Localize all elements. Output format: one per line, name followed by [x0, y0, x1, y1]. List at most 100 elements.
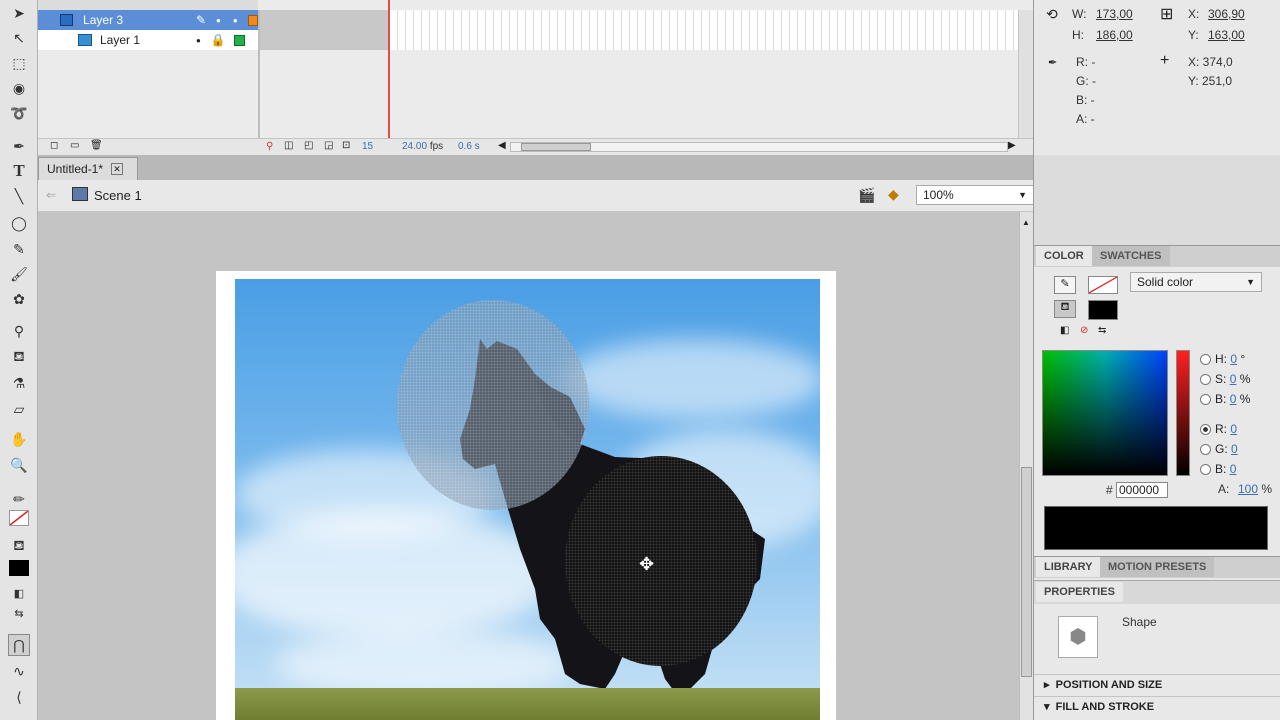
- brightness-slider[interactable]: [1176, 350, 1190, 476]
- edit-symbols-icon[interactable]: ◆: [888, 186, 899, 203]
- new-folder-icon[interactable]: ▭: [70, 140, 79, 151]
- back-arrow-icon[interactable]: ⇐: [46, 188, 56, 202]
- h-row[interactable]: H: 0 °: [1200, 349, 1280, 369]
- text-tool-icon[interactable]: T: [8, 160, 30, 182]
- timeline-vscroll[interactable]: [1018, 10, 1033, 138]
- fill-color-icon[interactable]: ⛾: [8, 535, 30, 557]
- s-row[interactable]: S: 0 %: [1200, 369, 1280, 389]
- outline-color-swatch[interactable]: [247, 14, 258, 26]
- fill-swatch[interactable]: [1088, 300, 1118, 320]
- fill-bucket-icon[interactable]: ⛾: [1054, 300, 1076, 318]
- selection-tool-icon[interactable]: ➤: [8, 2, 30, 24]
- x-value[interactable]: 306,90: [1208, 7, 1245, 21]
- smooth-icon[interactable]: ∿: [8, 660, 30, 682]
- b-row[interactable]: B: 0 %: [1200, 389, 1280, 409]
- black-white-icon[interactable]: ◧: [8, 582, 30, 604]
- zoom-select[interactable]: 100% ▼: [916, 185, 1034, 205]
- lasso-tool-icon[interactable]: ➰: [8, 102, 30, 124]
- object-type: Shape: [1122, 615, 1157, 629]
- crosshair-icon: +: [1160, 52, 1170, 69]
- tab-library[interactable]: LIBRARY: [1036, 557, 1101, 577]
- scroll-right-icon[interactable]: ▶: [1008, 140, 1016, 151]
- registration-icon[interactable]: ⊞: [1160, 4, 1173, 24]
- y-value[interactable]: 163,00: [1208, 28, 1245, 42]
- no-color-icon[interactable]: ⊘: [1080, 325, 1088, 336]
- tab-color[interactable]: COLOR: [1036, 246, 1092, 266]
- r-row[interactable]: R: 0: [1200, 419, 1280, 439]
- layer-row-layer-1[interactable]: Layer 1 ● 🔒: [38, 30, 258, 50]
- selected-circle-shape[interactable]: [397, 300, 589, 510]
- visibility-dot-icon[interactable]: ●: [196, 36, 201, 45]
- oval-tool-icon[interactable]: ◯: [8, 212, 30, 234]
- section-position-and-size[interactable]: ▸ POSITION AND SIZE: [1034, 674, 1280, 694]
- eraser-tool-icon[interactable]: ▱: [8, 398, 30, 420]
- lock-icon[interactable]: 🔒: [211, 33, 226, 47]
- deco-tool-icon[interactable]: ✿: [8, 288, 30, 310]
- black-white-icon[interactable]: ◧: [1060, 325, 1069, 336]
- layer-name[interactable]: Layer 1: [100, 33, 190, 47]
- onion-outline-icon[interactable]: ◰: [304, 140, 313, 151]
- edit-scene-icon[interactable]: 🎬: [858, 187, 875, 204]
- tab-swatches[interactable]: SWATCHES: [1092, 246, 1170, 266]
- g-row[interactable]: G: 0: [1200, 439, 1280, 459]
- tab-motion-presets[interactable]: MOTION PRESETS: [1100, 557, 1215, 577]
- bone-tool-icon[interactable]: ⚲: [8, 320, 30, 342]
- edit-multiple-icon[interactable]: ◲: [324, 140, 333, 151]
- zoom-tool-icon[interactable]: 🔍: [8, 454, 30, 476]
- close-icon[interactable]: ✕: [111, 163, 124, 175]
- scroll-left-icon[interactable]: ◀: [498, 140, 506, 151]
- free-transform-tool-icon[interactable]: ⬚: [8, 52, 30, 74]
- new-layer-icon[interactable]: ◻: [50, 140, 58, 151]
- frame-rate[interactable]: 24.00 fps: [402, 141, 443, 152]
- straighten-icon[interactable]: ⟨: [8, 686, 30, 708]
- color-picker-field[interactable]: [1042, 350, 1168, 476]
- pen-tool-icon[interactable]: ✒: [8, 135, 30, 157]
- stroke-color-swatch[interactable]: [9, 510, 29, 526]
- onion-skin-icon[interactable]: ◫: [284, 140, 293, 151]
- hex-input[interactable]: 000000: [1116, 482, 1168, 498]
- document-tab[interactable]: Untitled-1* ✕: [38, 157, 138, 180]
- center-frame-icon[interactable]: ⚲: [266, 141, 273, 152]
- keyframe-span[interactable]: [260, 10, 390, 50]
- width-value[interactable]: 173,00: [1096, 7, 1133, 21]
- swap-colors-icon[interactable]: ⇆: [8, 602, 30, 624]
- scroll-up-icon[interactable]: ▲: [1022, 218, 1030, 227]
- stroke-color-icon[interactable]: ✏: [8, 488, 30, 510]
- lock-dot-icon[interactable]: ●: [233, 16, 238, 25]
- swap-colors-icon[interactable]: ⇆: [1098, 325, 1106, 336]
- subselection-tool-icon[interactable]: ↖: [8, 27, 30, 49]
- stroke-swatch[interactable]: [1088, 276, 1118, 294]
- 3d-rotation-tool-icon[interactable]: ◉: [8, 77, 30, 99]
- brush-tool-icon[interactable]: 🖌: [8, 263, 30, 285]
- line-tool-icon[interactable]: ╲: [8, 185, 30, 207]
- section-fill-and-stroke[interactable]: ▾ FILL AND STROKE: [1034, 696, 1280, 718]
- delete-layer-icon[interactable]: 🗑: [90, 140, 103, 151]
- dropdown-arrow-icon: ▼: [1246, 277, 1255, 287]
- color-type-select[interactable]: Solid color ▼: [1130, 272, 1262, 292]
- scroll-thumb[interactable]: [1021, 467, 1032, 677]
- frames-grid[interactable]: [390, 10, 1018, 50]
- outline-color-swatch[interactable]: [233, 34, 245, 46]
- horse-photo[interactable]: ✥: [235, 279, 820, 720]
- properties-title[interactable]: PROPERTIES: [1036, 582, 1123, 602]
- stage-vscroll[interactable]: ▲: [1019, 212, 1033, 720]
- hand-tool-icon[interactable]: ✋: [8, 428, 30, 450]
- alpha-field[interactable]: 100 %: [1238, 482, 1272, 496]
- pencil-tool-icon[interactable]: ✎: [8, 238, 30, 260]
- layer-name[interactable]: Layer 3: [83, 13, 166, 27]
- onion-markers-icon[interactable]: ⊡: [342, 140, 350, 151]
- scene-name[interactable]: Scene 1: [94, 188, 142, 203]
- blue-row[interactable]: B: 0: [1200, 459, 1280, 479]
- timeline-hscroll[interactable]: [510, 142, 1008, 152]
- eyedropper-tool-icon[interactable]: ⚗: [8, 372, 30, 394]
- snap-to-objects-icon[interactable]: ⋂: [8, 634, 30, 656]
- visibility-dot-icon[interactable]: ●: [216, 16, 221, 25]
- black-circle-shape[interactable]: [565, 456, 757, 666]
- fill-color-swatch[interactable]: [9, 560, 29, 576]
- layer-row-layer-3[interactable]: Layer 3 ✎ ● ●: [38, 10, 258, 30]
- height-value[interactable]: 186,00: [1096, 28, 1133, 42]
- playhead[interactable]: [388, 0, 390, 138]
- tools-panel: ➤ ↖ ⬚ ◉ ➰ ✒ T ╲ ◯ ✎ 🖌 ✿ ⚲ ⛾ ⚗ ▱ ✋ 🔍 ✏ ⛾ …: [0, 0, 38, 720]
- stroke-pencil-icon[interactable]: ✎: [1054, 276, 1076, 294]
- paint-bucket-tool-icon[interactable]: ⛾: [8, 346, 30, 368]
